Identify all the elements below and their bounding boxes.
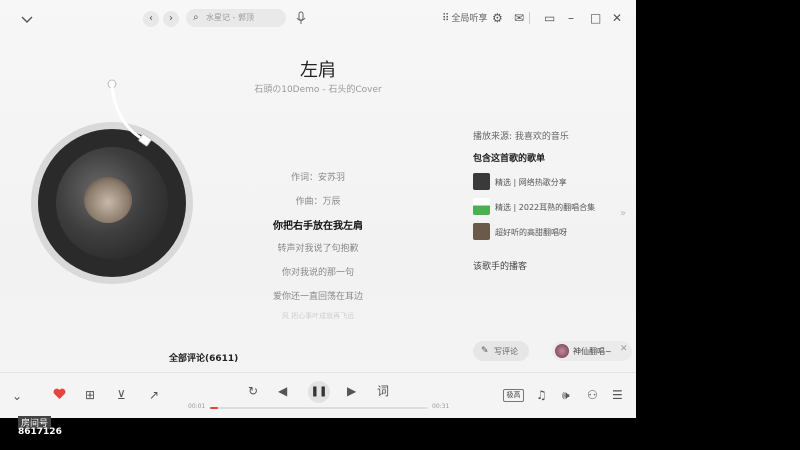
download-icon[interactable]: ⊻ xyxy=(117,388,126,402)
back-button[interactable]: ‹ xyxy=(143,11,159,27)
album-cover xyxy=(56,147,168,259)
artist-podcast-link[interactable]: 该歌手的播客 xyxy=(473,259,527,272)
like-heart-icon[interactable] xyxy=(53,388,66,403)
playlist-item[interactable]: 超好听的高甜翻唱呀 xyxy=(473,223,623,241)
divider xyxy=(0,372,636,373)
playlist-label: 精选 | 2022耳熟的翻唱合集 xyxy=(495,203,596,212)
tonearm xyxy=(107,79,152,147)
play-source[interactable]: 播放来源: 我喜欢的音乐 xyxy=(473,129,569,142)
song-title: 左肩 xyxy=(300,60,336,81)
divider xyxy=(529,12,530,24)
avatar xyxy=(555,344,569,358)
forward-button[interactable]: › xyxy=(163,11,179,27)
maximize-icon[interactable]: □ xyxy=(590,11,601,25)
lyrics-button[interactable]: 词 xyxy=(377,384,389,398)
cover-artwork-figure xyxy=(84,177,132,223)
share-icon[interactable]: ↗ xyxy=(149,388,159,402)
pause-icon: ❚❚ xyxy=(310,386,328,397)
search-icon: ⌕ xyxy=(193,12,199,23)
all-comments-label[interactable]: 全部评论(6611) xyxy=(169,351,238,364)
queue-list-icon[interactable]: ☰ xyxy=(612,388,623,402)
playlist-thumb xyxy=(473,173,490,190)
loop-icon[interactable]: ↻ xyxy=(248,384,258,398)
playlist-thumb xyxy=(473,223,490,240)
search-input[interactable]: ⌕ 水星记 - 郭顶 xyxy=(186,9,286,27)
playlist-thumb xyxy=(473,198,490,215)
playlist-item[interactable]: 精选 | 网络热歌分享 xyxy=(473,173,623,191)
add-to-playlist-icon[interactable]: ⊞ xyxy=(85,388,95,402)
next-icon[interactable]: ▶ xyxy=(347,384,356,398)
quality-badge[interactable]: 极高 xyxy=(503,389,524,402)
mini-mode-icon[interactable]: ▭ xyxy=(544,11,555,25)
playlist-label: 超好听的高甜翻唱呀 xyxy=(495,228,567,237)
progress-bar[interactable] xyxy=(210,407,428,409)
lyric-line: 作曲：万辰 xyxy=(295,197,341,207)
pencil-icon: ✎ xyxy=(481,346,489,356)
playlist-item[interactable]: 精选 | 2022耳熟的翻唱合集 xyxy=(473,198,623,216)
music-player-window: ‹ › ⌕ 水星记 - 郭顶 ⠿ 全局听享 ⚙ ✉ ▭ – □ ✕ 左肩 石頭の1… xyxy=(0,0,636,418)
listen-together-label: 全局听享 xyxy=(451,14,488,24)
listen-together-icon: ⠿ xyxy=(442,13,450,24)
previous-icon[interactable]: ◀ xyxy=(278,384,287,398)
search-placeholder: 水星记 - 郭顶 xyxy=(206,13,254,22)
collapse-chevron-icon[interactable] xyxy=(20,12,34,26)
total-time: 00:31 xyxy=(432,403,450,410)
close-icon[interactable]: ✕ xyxy=(620,344,628,354)
lyric-line: 转声对我说了句抱歉 xyxy=(277,244,359,254)
write-comment-label: 写评论 xyxy=(494,347,518,356)
user-chip[interactable]: 神仙翻唱~ ✕ xyxy=(552,341,632,361)
user-name: 神仙翻唱~ xyxy=(573,347,612,356)
voice-search-icon[interactable] xyxy=(296,11,306,28)
sound-effect-icon[interactable]: ♫ xyxy=(536,388,547,402)
lyric-line: 作词：安苏羽 xyxy=(290,173,345,183)
close-icon[interactable]: ✕ xyxy=(612,11,622,25)
room-number: 8617126 xyxy=(18,427,62,437)
pause-button[interactable]: ❚❚ xyxy=(308,381,330,403)
current-time: 00:01 xyxy=(188,403,206,410)
mail-icon[interactable]: ✉ xyxy=(514,11,524,25)
write-comment-button[interactable]: ✎ 写评论 xyxy=(473,341,529,361)
lyric-line-faded: 风 把心事叶成就再飞远 xyxy=(281,312,355,320)
listen-together-people-icon[interactable]: ⚇ xyxy=(587,388,598,402)
lyric-line: 你对我说的那一句 xyxy=(281,268,354,278)
lyric-line-active: 你把右手放在我左肩 xyxy=(273,221,363,232)
volume-icon[interactable]: 🕪 xyxy=(562,388,570,402)
chevron-right-icon[interactable]: » xyxy=(620,207,626,221)
chevron-down-icon[interactable]: ⌄ xyxy=(12,389,22,403)
progress-fill xyxy=(210,407,218,409)
lyric-line: 爱你还一直回荡在耳边 xyxy=(272,292,363,302)
minimize-icon[interactable]: – xyxy=(568,11,574,25)
listen-together-button[interactable]: ⠿ 全局听享 xyxy=(442,11,487,26)
song-subtitle[interactable]: 石頭の10Demo - 石头的Cover xyxy=(210,82,426,95)
playlist-label: 精选 | 网络热歌分享 xyxy=(495,178,567,187)
settings-gear-icon[interactable]: ⚙ xyxy=(492,11,503,25)
playlists-heading: 包含这首歌的歌单 xyxy=(473,154,546,164)
